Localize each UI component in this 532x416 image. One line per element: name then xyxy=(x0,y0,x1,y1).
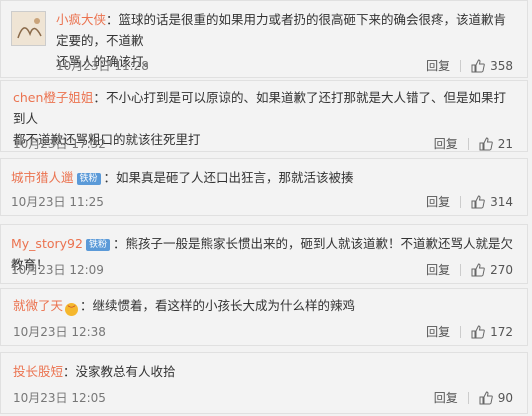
reply-button[interactable]: 回复 xyxy=(426,261,450,278)
comment-text: 没家教总有人收拾 xyxy=(75,364,176,379)
comment-card: chen橙子姐姐：不小心打到是可以原谅的、如果道歉了还打那就是大人错了、但是如果… xyxy=(0,80,528,152)
fan-badge: 铁粉 xyxy=(85,239,110,251)
comment-date: 10月23日 11:25 xyxy=(11,195,104,209)
comment-text: 继续惯着，看这样的小孩长大成为什么样的辣鸡 xyxy=(92,298,356,313)
reply-button[interactable]: 回复 xyxy=(426,323,450,340)
comment-date: 10月23日 17:32 xyxy=(13,137,106,151)
comment-username[interactable]: 就微了天 xyxy=(13,298,63,313)
comment-text: 篮球的话是很重的如果用力或者扔的很高砸下来的确会很疼，该道歉肯定要的，不道歉 xyxy=(56,12,507,48)
sad-face-emoji-icon: ︶ xyxy=(65,303,79,316)
comment-card: My_story92 铁粉 ：熊孩子一般是熊家长惯出来的，砸到人就该道歉！不道歉还骂… xyxy=(0,224,528,284)
comment-date: 10月23日 11:28 xyxy=(56,59,149,73)
like-count: 358 xyxy=(490,58,513,73)
comment-actions: 回复 90 xyxy=(434,389,513,406)
thumbs-up-icon[interactable] xyxy=(471,58,485,73)
comment-card: 就微了天 ︶ ：继续惯着，看这样的小孩长大成为什么样的辣鸡 10月23日 12:38… xyxy=(0,288,528,346)
comment-content: 就微了天 ︶ ：继续惯着，看这样的小孩长大成为什么样的辣鸡 xyxy=(13,298,356,316)
comment-actions: 回复 314 xyxy=(426,193,513,210)
divider xyxy=(460,325,462,338)
comment-content: 城市猎人邋 铁粉 ：如果真是砸了人还口出狂言，那就活该被揍 xyxy=(11,170,354,185)
comment-text: 如果真是砸了人还口出狂言，那就活该被揍 xyxy=(116,170,354,185)
avatar[interactable] xyxy=(11,11,46,46)
like-count: 172 xyxy=(490,324,513,339)
comment-username[interactable]: chen橙子姐姐 xyxy=(13,90,93,105)
like-count: 21 xyxy=(497,136,513,151)
divider xyxy=(460,263,462,276)
like-count: 90 xyxy=(497,390,513,405)
like-count: 270 xyxy=(490,262,513,277)
comment-username[interactable]: 城市猎人邋 xyxy=(11,170,74,185)
comment-date: 10月23日 12:09 xyxy=(11,263,104,277)
comment-card: 小疯大侠：篮球的话是很重的如果用力或者扔的很高砸下来的确会很疼，该道歉肯定要的，… xyxy=(0,0,528,78)
comment-actions: 回复 270 xyxy=(426,261,513,278)
comment-username[interactable]: My_story92 xyxy=(11,236,83,251)
thumbs-up-icon[interactable] xyxy=(471,262,485,277)
reply-button[interactable]: 回复 xyxy=(426,193,450,210)
thumbs-up-icon[interactable] xyxy=(471,324,485,339)
reply-button[interactable]: 回复 xyxy=(434,389,458,406)
comment-username[interactable]: 投长股短 xyxy=(13,364,63,379)
divider xyxy=(460,59,462,72)
thumbs-up-icon[interactable] xyxy=(479,136,493,151)
comment-actions: 回复 21 xyxy=(434,135,513,152)
comment-username[interactable]: 小疯大侠 xyxy=(56,12,106,27)
divider xyxy=(467,137,469,150)
comment-date: 10月23日 12:05 xyxy=(13,391,106,405)
comment-card: 投长股短：没家教总有人收拾 10月23日 12:05 回复 90 xyxy=(0,352,528,414)
reply-button[interactable]: 回复 xyxy=(426,57,450,74)
thumbs-up-icon[interactable] xyxy=(471,194,485,209)
thumbs-up-icon[interactable] xyxy=(479,390,493,405)
comment-actions: 回复 358 xyxy=(426,57,513,74)
like-count: 314 xyxy=(490,194,513,209)
reply-button[interactable]: 回复 xyxy=(434,135,458,152)
divider xyxy=(467,391,469,404)
comment-card: 城市猎人邋 铁粉 ：如果真是砸了人还口出狂言，那就活该被揍 10月23日 11:25… xyxy=(0,158,528,216)
comment-date: 10月23日 12:38 xyxy=(13,325,106,339)
divider xyxy=(460,195,462,208)
comment-content: 投长股短：没家教总有人收拾 xyxy=(13,364,176,379)
fan-badge: 铁粉 xyxy=(76,173,101,185)
comment-actions: 回复 172 xyxy=(426,323,513,340)
